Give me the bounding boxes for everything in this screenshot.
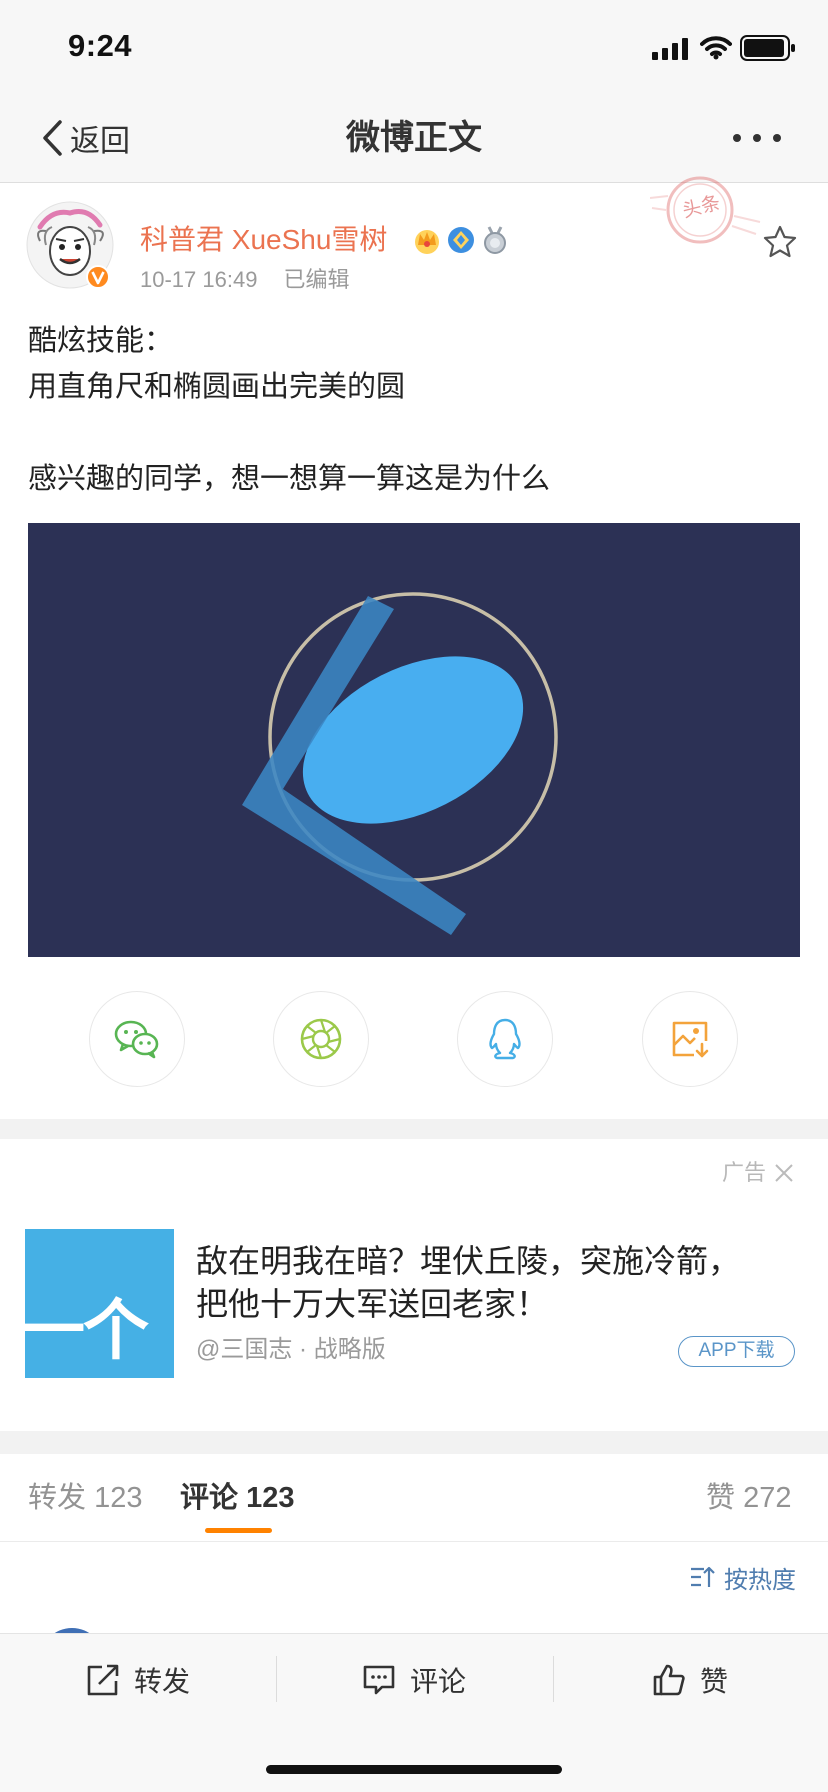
post-text-line: 用直角尺和椭圆画出完美的圆 [28,371,406,403]
qq-icon [489,1018,521,1060]
repost-button[interactable]: 转发 [86,1658,190,1702]
wechat-icon [114,1020,159,1059]
signal-icon [652,38,688,60]
active-tab-indicator [205,1528,272,1533]
verified-badge-icon [86,265,110,289]
tab-count: 123 [246,1482,295,1514]
post-timestamp: 10-17 16:49 [140,267,258,292]
tab-label: 赞 [706,1482,736,1514]
ad-title-line: 把他十万大军送回老家！ [196,1286,549,1322]
tab-reposts[interactable]: 转发 123 [28,1478,142,1518]
ad-image-logo-text: 一个 [25,1293,149,1367]
share-qq-button[interactable] [457,991,553,1087]
comment-icon [363,1665,395,1695]
tab-count: 123 [94,1482,143,1514]
sort-label: 按热度 [724,1566,796,1594]
post-image[interactable] [28,523,800,957]
repost-icon [87,1664,119,1696]
section-separator [0,1119,828,1139]
author-avatar[interactable] [26,201,114,289]
post-text-line [28,410,800,456]
section-separator [0,1431,828,1454]
crown-badge-icon[interactable] [412,225,442,255]
post-text-line: 酷炫技能： [28,325,174,357]
silver-medal-icon[interactable] [480,225,510,255]
divider [276,1656,277,1702]
status-time: 9:24 [68,28,133,63]
ad-image[interactable]: 一个 [25,1229,174,1378]
page-title: 微博正文 [346,119,482,157]
tab-label: 评论 [180,1482,239,1514]
author-badges [412,222,510,258]
close-icon[interactable] [772,1161,796,1185]
bottom-action-bar: 转发 评论 赞 [0,1633,828,1792]
tab-comments[interactable]: 评论 123 [180,1478,294,1518]
post-text-line: 感兴趣的同学，想一想算一算这是为什么 [28,463,551,495]
more-options-icon[interactable] [730,130,784,146]
save-image-button[interactable] [642,991,738,1087]
home-indicator[interactable] [266,1765,562,1774]
action-label: 转发 [134,1666,191,1697]
divider [0,1541,828,1542]
wifi-icon [700,36,732,60]
like-icon [653,1664,685,1696]
action-label: 赞 [700,1666,729,1697]
sort-icon [691,1566,715,1587]
post-meta: 10-17 16:49 已编辑 [140,266,349,294]
edited-label[interactable]: 已编辑 [283,267,349,292]
battery-icon [740,35,795,61]
sort-by-hot-button[interactable]: 按热度 [690,1561,796,1594]
share-moments-button[interactable] [273,991,369,1087]
favorite-star-icon[interactable] [762,224,798,260]
like-button[interactable]: 赞 [652,1658,728,1702]
divider [553,1656,554,1702]
ad-source: @三国志 · 战略版 [196,1336,386,1363]
post-body: 酷炫技能： 用直角尺和椭圆画出完美的圆 感兴趣的同学，想一想算一算这是为什么 [28,318,800,502]
author-name[interactable]: 科普君 XueShu雪树 [140,222,387,258]
share-wechat-button[interactable] [89,991,185,1087]
save-image-icon [672,1021,709,1058]
tab-count: 272 [743,1482,792,1514]
blue-badge-icon[interactable] [446,225,476,255]
status-bar: 9:24 [0,0,828,92]
action-label: 评论 [410,1666,467,1697]
moments-icon [300,1018,342,1060]
nav-bar: 返回 微博正文 [0,92,828,183]
ad-label: 广告 [722,1160,767,1185]
tab-likes[interactable]: 赞 272 [706,1478,791,1518]
ad-title[interactable]: 敌在明我在暗？埋伏丘陵，突施冷箭， 把他十万大军送回老家！ [196,1240,740,1326]
comment-button[interactable]: 评论 [362,1658,466,1702]
ad-title-line: 敌在明我在暗？埋伏丘陵，突施冷箭， [196,1243,741,1279]
app-download-button[interactable]: APP下载 [678,1336,795,1367]
tab-label: 转发 [28,1482,87,1514]
